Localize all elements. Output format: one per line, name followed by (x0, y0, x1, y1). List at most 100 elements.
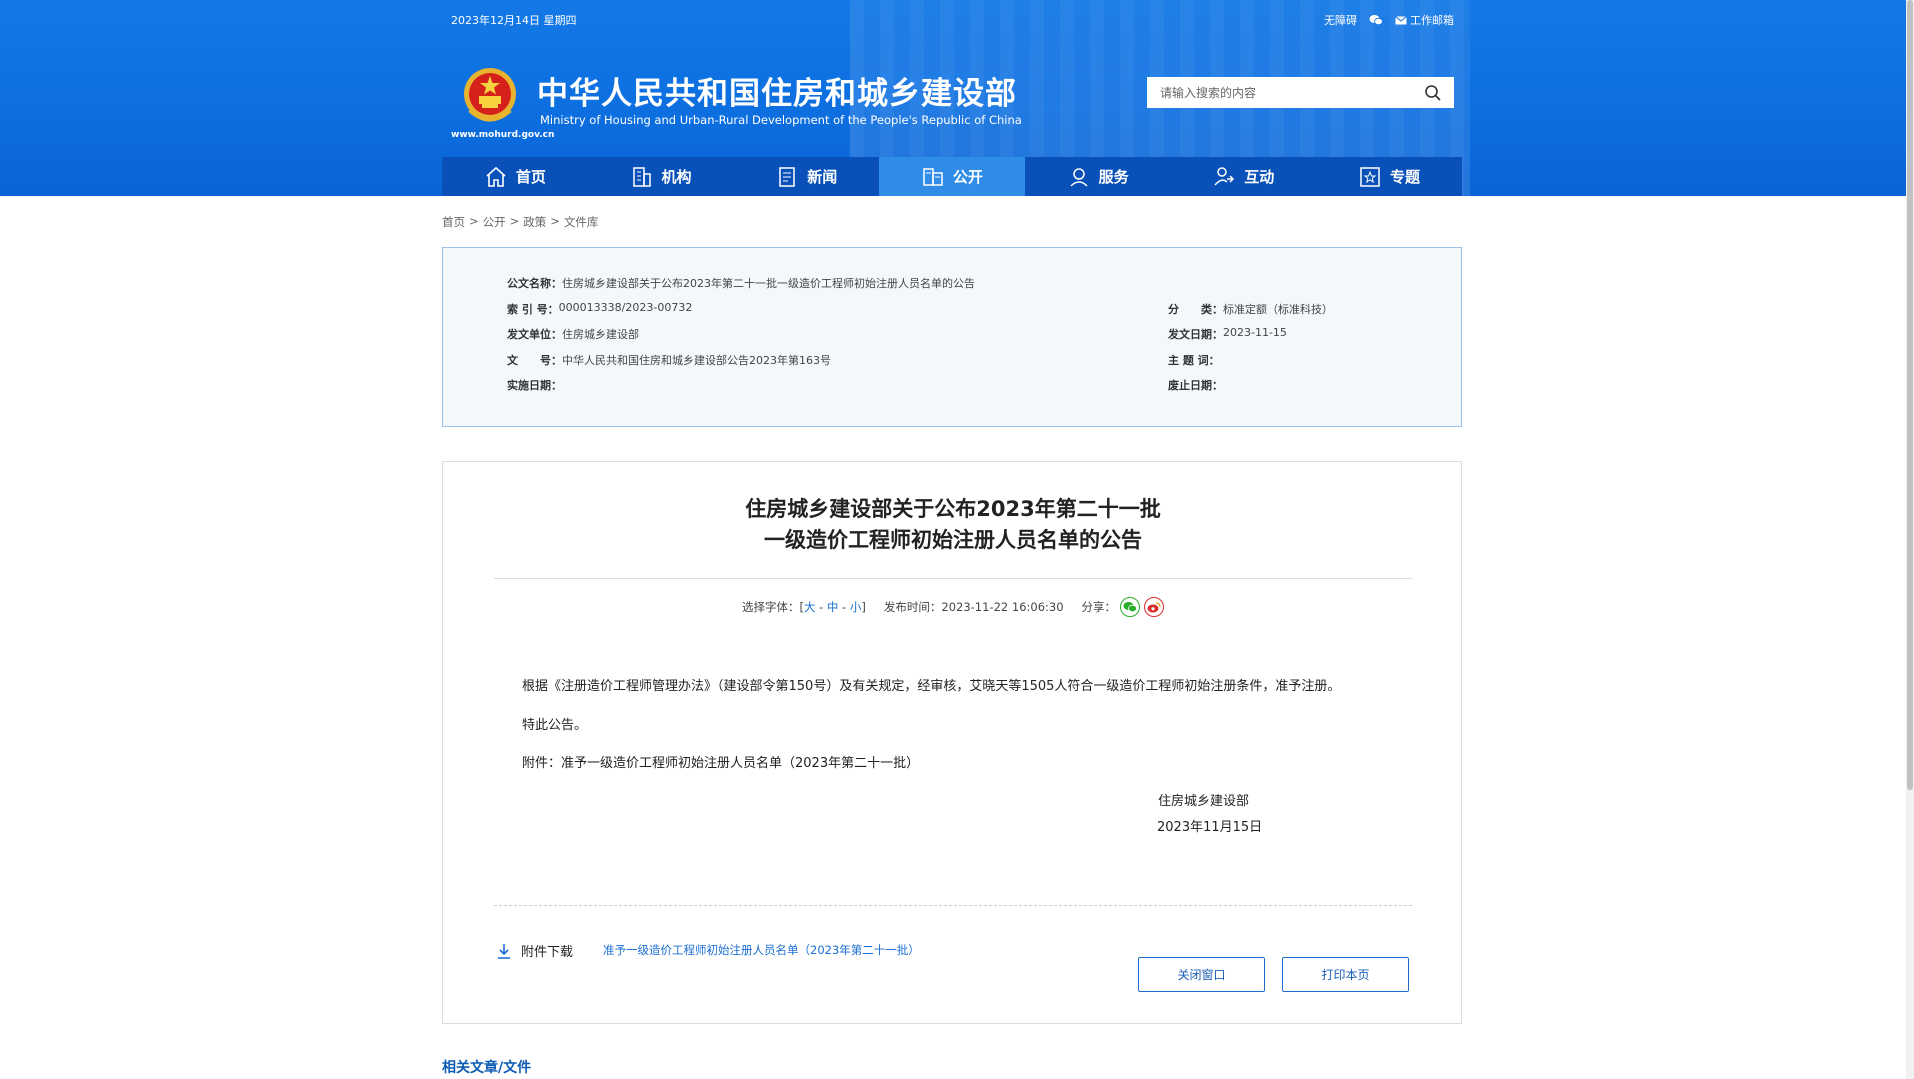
meta-value: 标准定额（标准科技） (1223, 303, 1333, 316)
breadcrumb-separator: > (469, 214, 479, 228)
breadcrumb: 首页 > 公开 > 政策 > 文件库 (442, 214, 598, 230)
weibo-share-icon[interactable] (1144, 597, 1165, 617)
font-size-small[interactable]: 小 (850, 600, 862, 614)
site-subtitle: Ministry of Housing and Urban-Rural Deve… (540, 113, 1022, 127)
meta-key: 公文名称： (507, 277, 562, 290)
signature-org: 住房城乡建设部 (1158, 794, 1250, 809)
nav-item-news[interactable]: 新闻 (733, 157, 879, 196)
nav-item-label: 新闻 (807, 168, 838, 186)
search-input[interactable] (1147, 77, 1407, 108)
breadcrumb-policy[interactable]: 政策 (523, 214, 546, 230)
attachment-label: 附件下载 (521, 945, 574, 960)
disclosure-icon (923, 167, 943, 186)
search-icon[interactable] (1424, 84, 1442, 102)
nav-item-label: 首页 (515, 168, 546, 186)
document-meta-box: 公文名称： 住房城乡建设部关于公布2023年第二十一批一级造价工程师初始注册人员… (442, 247, 1462, 427)
meta-key: 发文日期： (1168, 328, 1223, 341)
nav-item-home[interactable]: 首页 (442, 157, 588, 196)
breadcrumb-separator: > (550, 214, 560, 228)
site-title[interactable]: 中华人民共和国住房和城乡建设部 (537, 68, 1017, 113)
article-paragraph: 特此公告。 (522, 718, 588, 733)
meta-doc-name: 公文名称： 住房城乡建设部关于公布2023年第二十一批一级造价工程师初始注册人员… (507, 275, 975, 291)
site-url: www.mohurd.gov.cn (451, 130, 555, 140)
meta-doc-number: 文 号： 中华人民共和国住房和城乡建设部公告2023年第163号 (507, 352, 831, 368)
accessibility-link[interactable]: 无障碍 (1324, 12, 1357, 28)
attachment-section: 附件下载 (495, 941, 573, 960)
nav-item-label: 服务 (1098, 168, 1129, 186)
nav-item-label: 专题 (1389, 168, 1420, 186)
font-size-selector: 选择字体：[大 - 中 - 小] (741, 600, 866, 614)
meta-issue-date: 发文日期： 2023-11-15 (1168, 326, 1287, 342)
article-info-bar: 选择字体：[大 - 中 - 小] 发布时间：2023-11-22 16:06:3… (443, 597, 1463, 617)
meta-value: 住房城乡建设部关于公布2023年第二十一批一级造价工程师初始注册人员名单的公告 (562, 277, 975, 290)
nav-item-label: 机构 (661, 168, 692, 186)
article-title: 住房城乡建设部关于公布2023年第二十一批 一级造价工程师初始注册人员名单的公告 (443, 494, 1463, 556)
home-icon (486, 166, 506, 187)
close-window-button[interactable]: 关闭窗口 (1138, 957, 1265, 992)
meta-key: 索 引 号： (507, 303, 559, 316)
font-size-label: 选择字体：[ (741, 600, 804, 614)
meta-key: 发文单位： (507, 328, 562, 341)
nav-item-label: 互动 (1244, 168, 1275, 186)
wechat-share-icon[interactable] (1120, 597, 1141, 617)
topbar-links: 无障碍 工作邮箱 (1324, 12, 1454, 28)
share-label: 分享： (1081, 600, 1117, 614)
national-emblem-logo[interactable] (462, 66, 518, 126)
meta-key: 主 题 词： (1168, 354, 1220, 367)
article-title-line2: 一级造价工程师初始注册人员名单的公告 (764, 528, 1142, 552)
main-nav: 首页 机构 新闻 公开 服务 互动 专题 (442, 157, 1462, 196)
scrollbar-thumb[interactable] (1907, 0, 1913, 790)
work-mail-link[interactable]: 工作邮箱 (1395, 12, 1454, 28)
breadcrumb-disclosure[interactable]: 公开 (483, 214, 506, 230)
meta-value: 000013338/2023-00732 (558, 301, 693, 314)
meta-index: 索 引 号： 000013338/2023-00732 (507, 301, 692, 317)
topic-icon (1360, 166, 1380, 187)
wechat-icon[interactable] (1369, 14, 1383, 26)
meta-subject: 主 题 词： (1168, 352, 1220, 368)
breadcrumb-separator: > (509, 214, 520, 228)
building-icon (632, 166, 651, 187)
nav-item-label: 公开 (952, 168, 983, 186)
nav-item-organization[interactable]: 机构 (588, 157, 734, 196)
mail-icon (1395, 15, 1407, 24)
nav-item-disclosure[interactable]: 公开 (879, 157, 1025, 196)
breadcrumb-document-library[interactable]: 文件库 (564, 214, 599, 230)
download-icon (498, 943, 510, 959)
nav-item-interaction[interactable]: 互动 (1170, 157, 1316, 196)
meta-value: 中华人民共和国住房和城乡建设部公告2023年第163号 (562, 354, 831, 367)
nav-item-topic[interactable]: 专题 (1316, 157, 1462, 196)
nav-item-service[interactable]: 服务 (1025, 157, 1171, 196)
article-title-line1: 住房城乡建设部关于公布2023年第二十一批 (745, 497, 1161, 521)
font-size-medium[interactable]: 中 (827, 600, 839, 614)
breadcrumb-home[interactable]: 首页 (442, 214, 465, 230)
service-icon (1070, 167, 1088, 187)
meta-key: 废止日期： (1168, 379, 1223, 392)
meta-abolish-date: 废止日期： (1168, 377, 1223, 393)
meta-value: 住房城乡建设部 (562, 328, 639, 341)
attachment-link[interactable]: 准予一级造价工程师初始注册人员名单（2023年第二十一批） (603, 942, 920, 958)
font-size-close: ] (861, 600, 866, 614)
meta-effective-date: 实施日期： (507, 377, 562, 393)
meta-key: 分 类： (1168, 303, 1223, 316)
interaction-icon (1214, 166, 1235, 186)
meta-key: 文 号： (507, 354, 562, 367)
font-size-large[interactable]: 大 (804, 600, 816, 614)
related-articles-heading[interactable]: 相关文章/文件 (442, 1057, 531, 1077)
attachment-divider (494, 905, 1412, 906)
meta-value: 2023-11-15 (1223, 326, 1287, 339)
print-page-button[interactable]: 打印本页 (1282, 957, 1409, 992)
news-icon (779, 166, 795, 187)
topbar: 2023年12月14日 星期四 无障碍 工作邮箱 (451, 12, 1454, 30)
site-header: 2023年12月14日 星期四 无障碍 工作邮箱 www.mohurd.gov.… (0, 0, 1906, 196)
article-paragraph: 附件：准予一级造价工程师初始注册人员名单（2023年第二十一批） (522, 756, 920, 771)
search-box (1147, 77, 1454, 108)
meta-category: 分 类： 标准定额（标准科技） (1168, 301, 1333, 317)
publish-time: 发布时间：2023-11-22 16:06:30 (883, 600, 1064, 614)
meta-issuer: 发文单位： 住房城乡建设部 (507, 326, 639, 342)
share-bar: 分享： (1082, 597, 1165, 617)
article-panel: 住房城乡建设部关于公布2023年第二十一批 一级造价工程师初始注册人员名单的公告… (442, 461, 1462, 1024)
signature-date: 2023年11月15日 (1157, 820, 1263, 835)
work-mail-label: 工作邮箱 (1410, 14, 1454, 27)
title-divider (494, 578, 1412, 579)
article-paragraph: 根据《注册造价工程师管理办法》（建设部令第150号）及有关规定，经审核，艾晓天等… (522, 679, 1341, 694)
